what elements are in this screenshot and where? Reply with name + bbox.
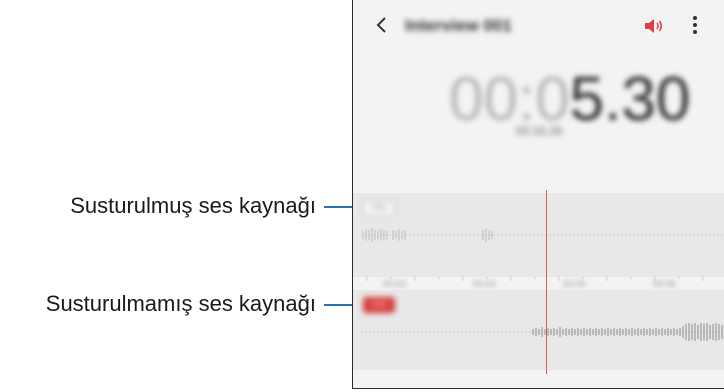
- voice-recorder-screen: Interview 001 00:05.30 00:16.26 000 00:0…: [352, 0, 724, 389]
- total-time: 00:16.26: [515, 124, 563, 138]
- muted-source-tag[interactable]: 000: [363, 200, 395, 216]
- unmuted-source-callout: Susturulmamış ses kaynağı: [45, 291, 316, 316]
- speaker-icon[interactable]: [643, 17, 665, 35]
- timeline-label: 00:06: [653, 279, 676, 289]
- muted-source-callout: Susturulmuş ses kaynağı: [70, 193, 316, 218]
- unmuted-waveform: [361, 323, 724, 341]
- timeline-label: 00:05: [563, 279, 586, 289]
- muted-waveform: [361, 228, 724, 242]
- timeline-label: 00:04: [473, 279, 496, 289]
- timeline-label: 00:03: [383, 279, 406, 289]
- recording-title: Interview 001: [405, 16, 512, 35]
- unmuted-source-tag[interactable]: 000: [363, 297, 395, 313]
- chevron-left-icon[interactable]: [371, 14, 393, 36]
- more-vertical-icon[interactable]: [691, 14, 699, 36]
- playback-position-line[interactable]: [546, 190, 547, 374]
